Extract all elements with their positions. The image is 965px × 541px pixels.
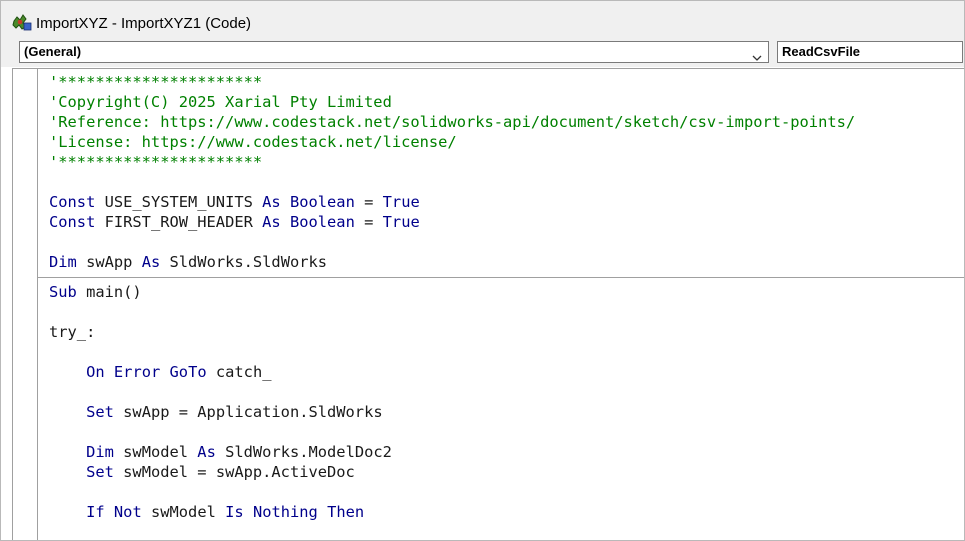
code-token-keyword: Set xyxy=(86,463,114,481)
code-token-plain: FIRST_ROW_HEADER xyxy=(95,213,263,231)
code-line[interactable]: Const USE_SYSTEM_UNITS As Boolean = True xyxy=(49,192,964,212)
code-token-keyword: Set xyxy=(86,403,114,421)
code-editor[interactable]: '********************** 'Copyright(C) 202… xyxy=(12,68,964,540)
code-token-keyword: Dim xyxy=(86,443,114,461)
code-token-keyword: Error xyxy=(113,363,161,381)
chevron-down-icon[interactable] xyxy=(752,48,762,61)
code-token-keyword: Dim xyxy=(49,253,77,271)
code-token-comment: '********************** xyxy=(49,153,263,171)
code-token-plain: try_: xyxy=(49,323,96,341)
code-token-keyword: Is xyxy=(225,503,244,521)
code-token-keyword: Sub xyxy=(49,283,77,301)
code-token-plain: swApp = Application.SldWorks xyxy=(113,403,383,421)
code-token-plain: = xyxy=(354,193,383,211)
code-token-keyword: Const xyxy=(49,213,96,231)
code-token-keyword: True xyxy=(382,193,420,211)
code-token-keyword: Not xyxy=(113,503,142,521)
object-combo-value: (General) xyxy=(24,44,82,59)
code-line[interactable]: If Not swModel Is Nothing Then xyxy=(49,502,964,522)
code-token-keyword: Then xyxy=(327,503,365,521)
code-token-plain: main() xyxy=(76,283,142,301)
code-line[interactable] xyxy=(49,232,964,252)
code-window-toolbar: (General) ReadCsvFile xyxy=(1,39,964,67)
code-line[interactable] xyxy=(49,342,964,362)
code-token-keyword: Nothing xyxy=(252,503,318,521)
code-token-plain: SldWorks.ModelDoc2 xyxy=(215,443,392,461)
code-token-keyword: Boolean xyxy=(289,213,355,231)
code-token-plain: swModel xyxy=(113,443,198,461)
vba-code-icon xyxy=(11,12,33,32)
code-line[interactable]: Set swModel = swApp.ActiveDoc xyxy=(49,462,964,482)
code-lines[interactable]: '********************** 'Copyright(C) 202… xyxy=(37,72,964,522)
code-line[interactable] xyxy=(49,172,964,192)
code-token-keyword: If xyxy=(86,503,105,521)
code-token-keyword: As xyxy=(262,213,281,231)
code-token-plain: swModel xyxy=(141,503,226,521)
code-line[interactable]: '********************** xyxy=(49,152,964,172)
code-line[interactable]: 'Copyright(C) 2025 Xarial Pty Limited xyxy=(49,92,964,112)
code-token-keyword: As xyxy=(141,253,161,271)
window-title: ImportXYZ - ImportXYZ1 (Code) xyxy=(36,15,252,32)
code-token-keyword: True xyxy=(382,213,420,231)
code-token-keyword: Boolean xyxy=(289,193,355,211)
code-token-comment: 'Copyright(C) 2025 Xarial Pty Limited xyxy=(49,93,392,111)
code-token-keyword: Const xyxy=(49,193,96,211)
code-token-comment: 'License: https://www.codestack.net/lice… xyxy=(49,133,457,151)
title-bar: ImportXYZ - ImportXYZ1 (Code) xyxy=(1,1,964,39)
code-token-comment: 'Reference: https://www.codestack.net/so… xyxy=(49,113,856,131)
code-token-keyword: As xyxy=(197,443,216,461)
procedure-combo-value: ReadCsvFile xyxy=(782,44,861,59)
code-line[interactable] xyxy=(49,302,964,322)
code-line[interactable]: Set swApp = Application.SldWorks xyxy=(49,402,964,422)
procedure-separator xyxy=(37,277,964,278)
object-combo[interactable]: (General) xyxy=(19,41,769,63)
code-line[interactable] xyxy=(49,382,964,402)
code-line[interactable] xyxy=(49,422,964,442)
vba-code-window: ImportXYZ - ImportXYZ1 (Code) (General) … xyxy=(0,0,965,541)
code-token-plain: swApp xyxy=(76,253,142,271)
code-line[interactable]: 'License: https://www.codestack.net/lice… xyxy=(49,132,964,152)
code-token-keyword: On xyxy=(86,363,105,381)
code-line[interactable]: Dim swModel As SldWorks.ModelDoc2 xyxy=(49,442,964,462)
code-token-plain: catch_ xyxy=(206,363,272,381)
code-token-comment: '********************** xyxy=(49,73,263,91)
code-line[interactable]: Const FIRST_ROW_HEADER As Boolean = True xyxy=(49,212,964,232)
code-line[interactable]: 'Reference: https://www.codestack.net/so… xyxy=(49,112,964,132)
code-token-plain: = xyxy=(354,213,383,231)
code-token-plain: SldWorks.SldWorks xyxy=(160,253,328,271)
code-line[interactable]: '********************** xyxy=(49,72,964,92)
code-line[interactable]: Sub main() xyxy=(49,282,964,302)
procedure-combo[interactable]: ReadCsvFile xyxy=(777,41,963,63)
code-token-plain: swModel = swApp.ActiveDoc xyxy=(113,463,355,481)
code-token-keyword: GoTo xyxy=(169,363,207,381)
code-line[interactable]: On Error GoTo catch_ xyxy=(49,362,964,382)
breakpoint-margin[interactable] xyxy=(13,69,38,540)
code-line[interactable]: Dim swApp As SldWorks.SldWorks xyxy=(49,252,964,272)
code-token-keyword: As xyxy=(262,193,281,211)
code-token-plain: USE_SYSTEM_UNITS xyxy=(95,193,263,211)
code-line[interactable]: try_: xyxy=(49,322,964,342)
code-line[interactable] xyxy=(49,482,964,502)
